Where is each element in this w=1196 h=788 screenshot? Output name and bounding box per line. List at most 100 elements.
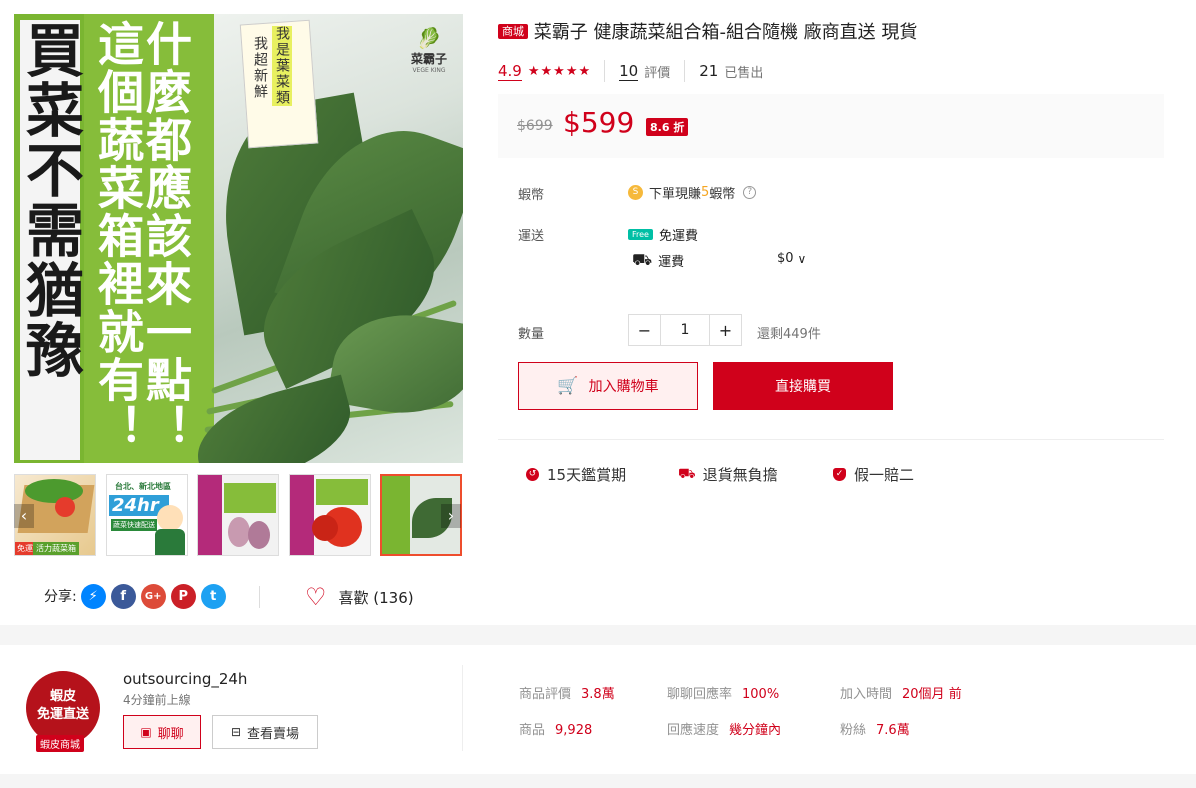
product-title-text: 菜霸子 健康蔬菜組合箱-組合隨機 廠商直送 現貨	[533, 22, 918, 43]
quantity-label: 數量	[518, 327, 545, 342]
google-plus-icon[interactable]: G+	[140, 583, 166, 609]
divider	[604, 60, 606, 82]
buy-now-button[interactable]: 直接購買	[713, 362, 893, 410]
reviews-count[interactable]: 10	[619, 62, 639, 81]
guarantee-free-return: ⛟ 退貨無負擔	[678, 464, 778, 485]
reviews-label: 評價	[644, 65, 671, 81]
facebook-icon[interactable]: f	[110, 583, 136, 609]
main-product-image[interactable]: 我超新鮮 我是葉菜類 🥬 菜霸子 VEGE KING 買菜不需猶豫 什麼都應該來…	[14, 14, 463, 463]
price-box: $699 $599 8.6 折	[498, 94, 1164, 158]
guarantee-label: 退貨無負擔	[702, 466, 778, 484]
image-headline-1: 買菜不需猶豫	[16, 20, 84, 460]
like-count: 喜歡 (136)	[338, 588, 414, 607]
stock-text: 還剩449件	[757, 327, 821, 342]
rating-row: 4.9 ★★★★★ 10 評價 21 已售出	[498, 60, 763, 82]
image-photo: 我超新鮮 我是葉菜類 🥬 菜霸子 VEGE KING	[186, 14, 463, 463]
truck-icon: ⛟	[678, 465, 696, 482]
shipping-fee-label: 運費	[658, 255, 685, 270]
free-shipping-icon: Free	[628, 229, 653, 240]
messenger-icon[interactable]: ⚡	[80, 583, 106, 609]
section-divider	[498, 439, 1164, 440]
like-button[interactable]: ♡ 喜歡 (136)	[305, 584, 414, 610]
shipping-fee-value: $0	[777, 251, 794, 266]
shop-avatar[interactable]: 蝦皮 免運直送	[26, 671, 100, 745]
share-label: 分享:	[44, 589, 77, 605]
pinterest-icon[interactable]: P	[170, 583, 196, 609]
thumb-prev-button[interactable]: ‹	[14, 504, 34, 528]
thumb-next-button[interactable]: ›	[441, 504, 461, 528]
guarantee-label: 15天鑑賞期	[547, 466, 627, 484]
star-icon: ★	[540, 64, 553, 79]
current-price: $599	[563, 106, 635, 139]
share-divider	[259, 586, 260, 608]
coins-info: S 下單現賺 5 蝦幣 ?	[628, 183, 757, 202]
mall-badge: 商城	[498, 24, 528, 39]
thumb-caption: 活力蔬菜箱	[33, 542, 79, 555]
return-icon: ↺	[526, 468, 539, 481]
rating-stars: ★★★★★	[527, 63, 590, 79]
image-tag-fresh: 我超新鮮	[252, 36, 268, 100]
stat-response-speed: 回應速度 幾分鐘內	[667, 723, 782, 738]
sold-count: 21	[699, 62, 719, 80]
avatar-line-1: 蝦皮	[49, 689, 76, 704]
free-shipping-text: 免運費	[658, 229, 698, 244]
shop-mall-badge: 蝦皮商城	[36, 735, 84, 752]
guarantee-label: 假一賠二	[854, 466, 915, 484]
shop-divider	[462, 665, 463, 751]
stat-products: 商品 9,928	[519, 723, 593, 738]
shipping-fee-row: ⛟ 運費	[632, 250, 684, 271]
coins-amount: 5	[701, 185, 710, 200]
product-title: 商城 菜霸子 健康蔬菜組合箱-組合隨機 廠商直送 現貨	[498, 18, 917, 44]
rating-value[interactable]: 4.9	[498, 62, 522, 81]
chevron-down-icon: ∨	[797, 251, 807, 266]
shop-name: outsourcing_24h	[123, 670, 248, 688]
twitter-icon[interactable]: t	[200, 583, 226, 609]
guarantee-return-period: ↺ 15天鑑賞期	[526, 464, 626, 485]
coins-suffix: 蝦幣	[709, 187, 736, 202]
help-icon[interactable]: ?	[743, 186, 757, 199]
stat-ratings: 商品評價 3.8萬	[519, 687, 615, 702]
shop-online-status: 4分鐘前上線	[123, 693, 191, 707]
section-gap	[0, 625, 1196, 645]
decrease-button[interactable]: −	[629, 315, 661, 345]
stat-chat-response-rate: 聊聊回應率 100%	[667, 687, 780, 702]
thumb-shallots[interactable]	[197, 474, 279, 556]
thumb-caption: 台北、新北地區	[115, 482, 171, 491]
view-shop-label: 查看賣場	[247, 726, 300, 742]
star-icon: ★	[527, 64, 540, 79]
image-tag-leafy: 我是葉菜類	[272, 26, 292, 106]
increase-button[interactable]: +	[709, 315, 741, 345]
shop-icon: ⊟	[230, 725, 242, 739]
guarantee-authentic: ✓ 假一賠二	[833, 464, 914, 485]
coin-icon: S	[628, 185, 643, 200]
share-row: 分享: ⚡ f G+ P t	[44, 583, 226, 609]
add-to-cart-button[interactable]: 🛒 加入購物車	[518, 362, 698, 410]
cart-icon: 🛒	[557, 376, 579, 396]
coins-prefix: 下單現賺	[649, 187, 702, 202]
view-shop-button[interactable]: ⊟ 查看賣場	[212, 715, 318, 749]
buy-now-label: 直接購買	[775, 379, 831, 395]
stat-joined: 加入時間 20個月 前	[840, 687, 962, 702]
shipping-fee-dropdown[interactable]: $0 ∨	[777, 251, 806, 266]
image-headline-3: 什麼都應該來一點！	[139, 20, 193, 452]
star-icon: ★	[553, 64, 565, 79]
chat-icon: ▣	[140, 725, 152, 739]
heart-icon: ♡	[305, 583, 327, 611]
quantity-stepper: − 1 +	[628, 314, 742, 346]
thumb-24hr-delivery[interactable]: 台北、新北地區 24hr 蔬菜快速配送	[106, 474, 188, 556]
quantity-input[interactable]: 1	[661, 315, 709, 345]
add-to-cart-label: 加入購物車	[588, 379, 659, 395]
star-icon: ★	[578, 64, 591, 79]
sold-label: 已售出	[724, 65, 764, 81]
divider	[684, 60, 686, 82]
truck-icon: ⛟	[632, 250, 653, 269]
original-price: $699	[517, 118, 553, 134]
thumb-badge: 免運	[15, 542, 35, 555]
shipping-label: 運送	[518, 229, 545, 244]
avatar-line-2: 免運直送	[36, 707, 89, 722]
section-gap	[0, 774, 1196, 788]
free-shipping: Free 免運費	[628, 225, 698, 244]
chat-button[interactable]: ▣ 聊聊	[123, 715, 201, 749]
thumb-tomato[interactable]	[289, 474, 371, 556]
image-headline-2: 這個蔬菜箱裡就有！	[91, 20, 145, 452]
